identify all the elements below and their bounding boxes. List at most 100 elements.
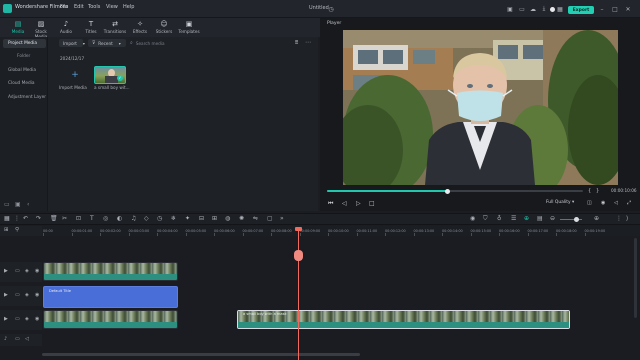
fullscreen-icon[interactable]: ⤢ bbox=[627, 200, 631, 206]
ai-icon[interactable]: ✺ bbox=[239, 215, 244, 222]
menu-file[interactable]: File bbox=[60, 4, 68, 10]
freeze-icon[interactable]: ❄ bbox=[171, 215, 176, 222]
folder-icon[interactable]: ▣ bbox=[15, 201, 21, 208]
camera-icon[interactable]: ◉ bbox=[601, 200, 605, 206]
sidebar-item-adjustment-layer[interactable]: Adjustment Layer bbox=[3, 93, 46, 102]
lock-icon[interactable]: ◈ bbox=[25, 268, 29, 274]
zoom-out-icon[interactable]: ⊖ bbox=[550, 215, 555, 222]
timeline-clip-video-1a[interactable] bbox=[43, 310, 178, 329]
cut-icon[interactable]: ✂ bbox=[62, 215, 67, 222]
video-preview[interactable] bbox=[343, 30, 618, 185]
cloud-icon[interactable]: ☁ bbox=[529, 5, 537, 13]
mark-in-icon[interactable]: { bbox=[588, 188, 591, 194]
zoom-in-icon[interactable]: ⊕ bbox=[594, 215, 599, 222]
volume-icon[interactable]: ◁ bbox=[614, 200, 618, 206]
snap-icon[interactable]: ⊕ bbox=[524, 215, 529, 222]
speed-icon[interactable]: ◎ bbox=[103, 215, 108, 222]
tab-audio[interactable]: ♪ Audio bbox=[54, 20, 78, 36]
speaker-icon[interactable]: ◁ bbox=[25, 336, 29, 342]
list-icon[interactable]: ☰ bbox=[511, 215, 516, 222]
screen-icon[interactable]: ▭ bbox=[518, 5, 526, 13]
crop-icon[interactable]: ⊡ bbox=[76, 215, 81, 222]
quality-dropdown[interactable]: Full Quality ▾ bbox=[546, 200, 574, 205]
previous-frame-icon[interactable]: ⏮ bbox=[328, 200, 333, 208]
menu-edit[interactable]: Edit bbox=[74, 4, 84, 10]
group-icon[interactable]: ▢ bbox=[267, 215, 273, 222]
link-icon[interactable]: ⚲ bbox=[15, 227, 19, 233]
import-media-button[interactable]: + bbox=[60, 66, 90, 84]
tab-titles[interactable]: T Titles bbox=[79, 20, 103, 36]
mask-icon[interactable]: ◍ bbox=[225, 215, 230, 222]
minimize-icon[interactable]: – bbox=[598, 5, 606, 13]
expand-icon[interactable]: ⟩ bbox=[626, 215, 628, 222]
collapse-icon[interactable]: ‹ bbox=[27, 201, 29, 208]
stabilize-icon[interactable]: ⊞ bbox=[212, 215, 217, 222]
timeline-clip-title[interactable]: Default Title bbox=[43, 286, 178, 308]
text-icon[interactable]: T bbox=[90, 215, 94, 222]
download-icon[interactable]: ⤓ bbox=[540, 5, 548, 13]
step-back-icon[interactable]: ◁ bbox=[342, 200, 347, 207]
sort-dropdown[interactable]: ⊽ Recent ▾ bbox=[88, 39, 126, 47]
more-options-icon[interactable]: ⋯ bbox=[305, 39, 311, 46]
shield-icon[interactable]: ⛉ bbox=[483, 215, 488, 223]
sidebar-item-cloud-media[interactable]: Cloud Media bbox=[3, 79, 46, 88]
delete-icon[interactable]: 🗑 bbox=[50, 215, 58, 222]
tab-stock-media[interactable]: ▨Stock Media bbox=[29, 20, 53, 39]
timeline-vertical-scrollbar[interactable] bbox=[634, 238, 637, 318]
media-thumbnail[interactable]: ✓ bbox=[94, 66, 126, 84]
tab-templates[interactable]: ▣ Templates bbox=[177, 20, 201, 36]
zoom-slider-handle[interactable] bbox=[574, 217, 579, 222]
timeline-clip-video-3[interactable] bbox=[43, 262, 178, 281]
audio-edit-icon[interactable]: ♫ bbox=[131, 215, 136, 222]
new-folder-icon[interactable]: ▭ bbox=[4, 201, 10, 208]
effect-icon[interactable]: ✦ bbox=[185, 215, 190, 222]
menu-tools[interactable]: Tools bbox=[88, 4, 100, 10]
microphone-icon[interactable]: ♁ bbox=[497, 215, 501, 222]
sidebar-item-project-media[interactable]: Project Media bbox=[3, 39, 46, 48]
timeline-menu-icon[interactable]: ⋮ bbox=[616, 215, 622, 222]
search-input[interactable]: ⌕ Search media bbox=[130, 39, 290, 47]
tab-stickers[interactable]: ☺ Stickers bbox=[152, 20, 176, 36]
maximize-icon[interactable]: □ bbox=[611, 5, 619, 13]
timeline-clip-video-1b[interactable]: a small boy with a mask bbox=[237, 310, 570, 329]
render-icon[interactable]: ◉ bbox=[470, 215, 475, 222]
project-info-icon[interactable]: ◷ bbox=[327, 5, 335, 13]
snapshot-icon[interactable]: ◫ bbox=[587, 200, 592, 206]
keyframe-icon[interactable]: ◇ bbox=[144, 215, 149, 222]
avatar[interactable] bbox=[550, 7, 555, 12]
more-tools-icon[interactable]: » bbox=[280, 215, 284, 222]
sidebar-item-folder[interactable]: Folder bbox=[3, 52, 46, 61]
tab-media[interactable]: ▤ Media bbox=[6, 20, 30, 36]
feedback-icon[interactable]: ▣ bbox=[506, 5, 514, 13]
lock-icon[interactable]: ◈ bbox=[25, 292, 29, 298]
playhead-handle[interactable] bbox=[294, 250, 303, 261]
stop-icon[interactable]: □ bbox=[369, 200, 375, 207]
grid-icon[interactable]: ▦ bbox=[556, 5, 564, 13]
timeline-horizontal-scrollbar[interactable] bbox=[42, 353, 360, 356]
split-icon[interactable]: ⊟ bbox=[199, 215, 204, 222]
filter-settings-icon[interactable]: ⩩ bbox=[295, 39, 298, 47]
redo-icon[interactable]: ↷ bbox=[36, 215, 41, 222]
folder-icon[interactable]: ▭ bbox=[15, 316, 20, 322]
mark-out-icon[interactable]: } bbox=[596, 188, 599, 194]
menu-help[interactable]: Help bbox=[123, 4, 134, 10]
timer-icon[interactable]: ◷ bbox=[157, 215, 162, 222]
eye-icon[interactable]: ◉ bbox=[35, 268, 39, 274]
eye-icon[interactable]: ◉ bbox=[35, 316, 39, 322]
undo-icon[interactable]: ↶ bbox=[23, 215, 28, 222]
sidebar-item-global-media[interactable]: Global Media bbox=[3, 66, 46, 75]
folder-icon[interactable]: ▭ bbox=[15, 292, 20, 298]
close-icon[interactable]: ✕ bbox=[624, 5, 632, 13]
import-dropdown[interactable]: Import ▾ bbox=[59, 39, 85, 47]
eye-icon[interactable]: ◉ bbox=[35, 292, 39, 298]
tab-effects[interactable]: ✧ Effects bbox=[128, 20, 152, 36]
marker-icon[interactable]: ▤ bbox=[537, 215, 543, 222]
playhead-marker[interactable] bbox=[295, 227, 302, 231]
folder-icon[interactable]: ▭ bbox=[15, 268, 20, 274]
play-icon[interactable]: ▷ bbox=[356, 200, 361, 207]
menu-view[interactable]: View bbox=[106, 4, 118, 10]
layout-icon[interactable]: ▦ bbox=[4, 215, 10, 222]
folder-icon[interactable]: ▭ bbox=[15, 336, 20, 342]
export-button[interactable]: Export bbox=[568, 6, 594, 14]
tab-transitions[interactable]: ⇄ Transitions bbox=[103, 20, 127, 36]
